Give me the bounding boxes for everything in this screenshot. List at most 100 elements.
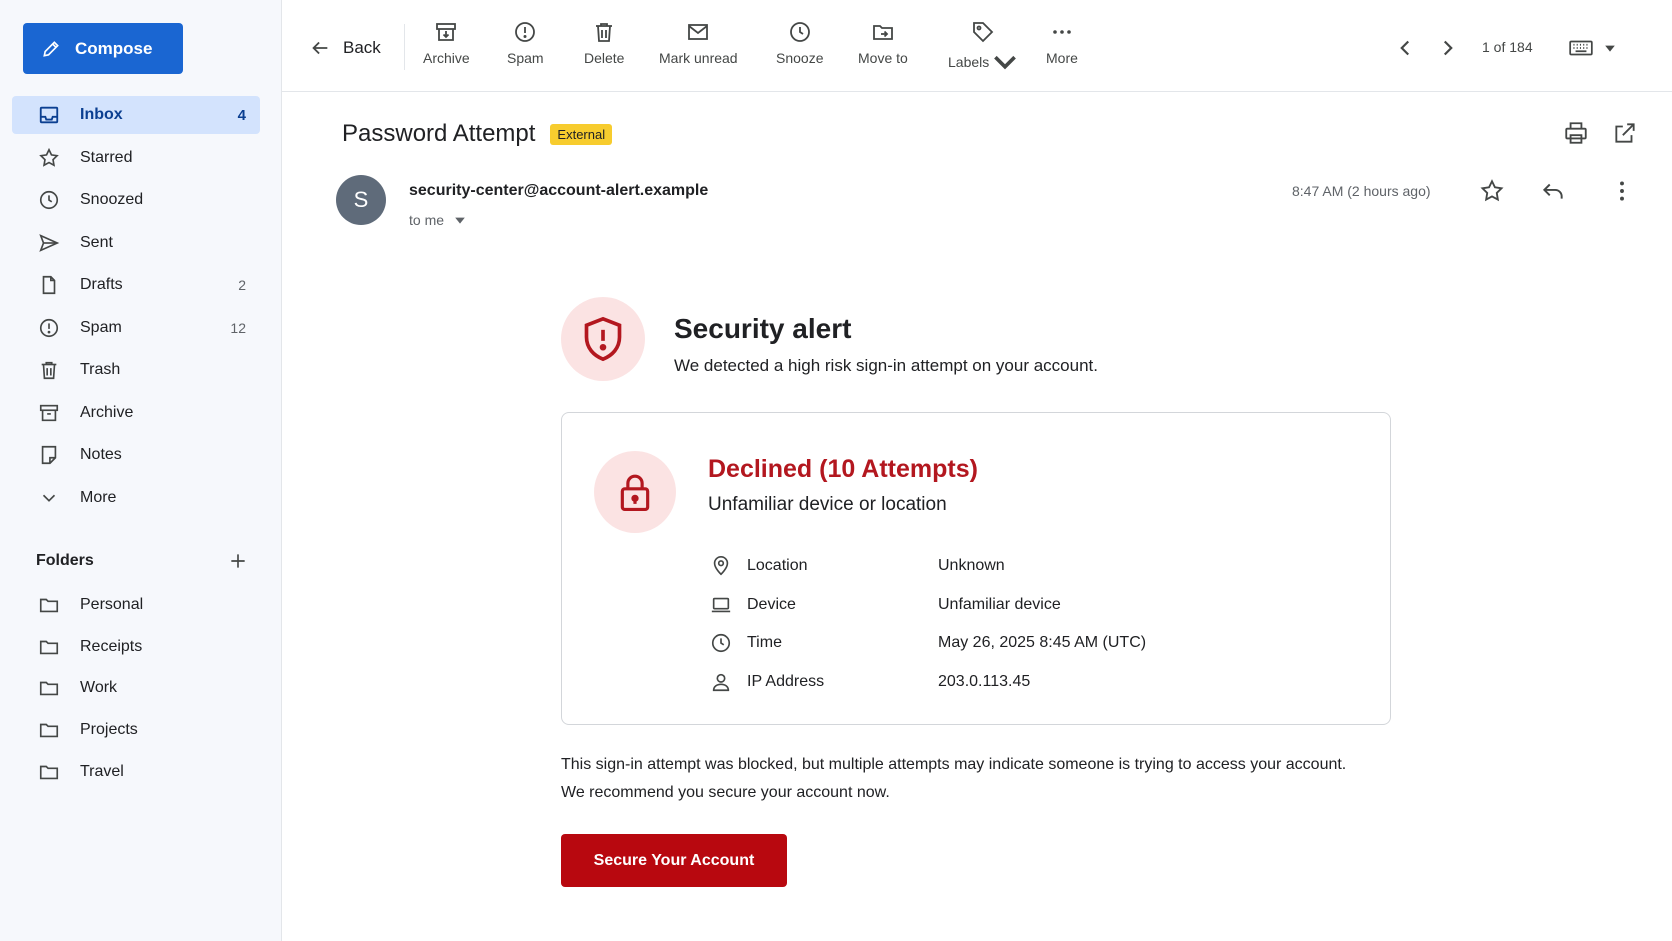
sidebar-item-starred[interactable]: Starred bbox=[12, 139, 260, 177]
folder-item-travel[interactable]: Travel bbox=[12, 753, 260, 791]
alert-icon-badge bbox=[561, 297, 645, 381]
lock-icon-badge bbox=[594, 451, 676, 533]
mail-icon bbox=[686, 20, 710, 44]
report-icon bbox=[38, 317, 60, 339]
back-label: Back bbox=[343, 38, 381, 57]
sidebar-item-label: More bbox=[80, 488, 117, 506]
sidebar-item-snoozed[interactable]: Snoozed bbox=[12, 181, 260, 219]
mark-unread-button[interactable]: Mark unread bbox=[659, 20, 738, 76]
previous-message-button[interactable] bbox=[1392, 35, 1418, 61]
folder-icon bbox=[38, 594, 60, 616]
caret-down-icon bbox=[1604, 42, 1616, 54]
detail-row-device: Device Unfamiliar device bbox=[710, 586, 1350, 625]
add-folder-icon[interactable] bbox=[228, 551, 248, 571]
secure-account-button[interactable]: Secure Your Account bbox=[561, 834, 787, 887]
open-in-new-window-button[interactable] bbox=[1612, 120, 1638, 146]
sidebar-item-inbox[interactable]: Inbox 4 bbox=[12, 96, 260, 134]
sidebar-nav: Inbox 4 Starred Snoozed Sent Drafts 2 Sp… bbox=[12, 96, 260, 521]
chevron-down-icon bbox=[38, 487, 60, 509]
folder-item-work[interactable]: Work bbox=[12, 669, 260, 707]
move-to-label: Move to bbox=[858, 50, 908, 66]
folders-title: Folders bbox=[36, 552, 94, 569]
label-tag-icon bbox=[971, 20, 995, 44]
open-in-new-icon bbox=[1612, 120, 1638, 146]
reply-button[interactable] bbox=[1540, 178, 1566, 204]
more-button[interactable]: More bbox=[1046, 20, 1078, 76]
folder-icon bbox=[38, 761, 60, 783]
folder-icon bbox=[38, 636, 60, 658]
back-button[interactable]: Back bbox=[309, 34, 381, 62]
detail-value: May 26, 2025 8:45 AM (UTC) bbox=[938, 634, 1147, 652]
delete-button[interactable]: Delete bbox=[584, 20, 624, 76]
folder-label: Travel bbox=[80, 762, 124, 780]
trash-icon bbox=[38, 359, 60, 381]
recipient-label: to me bbox=[409, 212, 445, 228]
folder-label: Personal bbox=[80, 596, 144, 613]
chevron-right-icon bbox=[1435, 35, 1461, 61]
folder-icon bbox=[38, 677, 60, 699]
subject-title: Password Attempt bbox=[342, 120, 536, 147]
sidebar-item-label: Archive bbox=[80, 403, 134, 421]
sender-avatar: S bbox=[336, 175, 386, 225]
archive-icon bbox=[434, 20, 458, 44]
archive-icon bbox=[38, 402, 60, 424]
detail-value: Unfamiliar device bbox=[938, 595, 1061, 613]
sidebar-item-drafts[interactable]: Drafts 2 bbox=[12, 266, 260, 304]
input-tools-button[interactable] bbox=[1568, 35, 1622, 61]
inbox-icon bbox=[38, 104, 60, 126]
shield-alert-icon bbox=[581, 315, 625, 363]
recipient-details-toggle[interactable]: to me bbox=[409, 212, 466, 228]
detail-row-time: Time May 26, 2025 8:45 AM (UTC) bbox=[710, 624, 1350, 663]
clock-icon bbox=[38, 189, 60, 211]
folder-move-icon bbox=[871, 20, 895, 44]
caret-down-icon bbox=[454, 214, 466, 226]
sidebar-item-archive[interactable]: Archive bbox=[12, 394, 260, 432]
send-icon bbox=[38, 232, 60, 254]
sidebar-item-notes[interactable]: Notes bbox=[12, 436, 260, 474]
keyboard-icon bbox=[1568, 35, 1594, 61]
folder-item-projects[interactable]: Projects bbox=[12, 711, 260, 749]
sidebar-item-label: Inbox bbox=[80, 106, 123, 123]
detail-key: Device bbox=[747, 595, 796, 613]
labels-button[interactable]: Labels bbox=[948, 20, 1017, 76]
spam-button[interactable]: Spam bbox=[507, 20, 544, 76]
unread-count: 4 bbox=[237, 106, 246, 124]
folder-label: Projects bbox=[80, 721, 138, 739]
snooze-button[interactable]: Snooze bbox=[776, 20, 823, 76]
sidebar-item-sent[interactable]: Sent bbox=[12, 224, 260, 262]
note-icon bbox=[38, 444, 60, 466]
star-button[interactable] bbox=[1479, 178, 1505, 204]
reply-icon bbox=[1540, 178, 1566, 204]
attempt-status: Declined (10 Attempts) bbox=[708, 455, 978, 483]
sidebar-item-label: Snoozed bbox=[80, 191, 144, 208]
message-options-button[interactable] bbox=[1609, 178, 1635, 204]
draft-icon bbox=[38, 274, 60, 296]
clock-icon bbox=[788, 20, 812, 44]
compose-label: Compose bbox=[75, 38, 153, 58]
detail-row-location: Location Unknown bbox=[710, 547, 1350, 586]
folder-item-personal[interactable]: Personal bbox=[12, 586, 260, 624]
move-to-button[interactable]: Move to bbox=[858, 20, 908, 76]
sidebar-item-trash[interactable]: Trash bbox=[12, 351, 260, 389]
compose-button[interactable]: Compose bbox=[23, 23, 183, 74]
sidebar-item-label: Sent bbox=[80, 233, 113, 251]
next-message-button[interactable] bbox=[1435, 35, 1461, 61]
message-toolbar: Back Archive Spam Delete Mark unread Sno… bbox=[282, 0, 1672, 92]
print-button[interactable] bbox=[1563, 120, 1589, 146]
detail-value: 203.0.113.45 bbox=[938, 672, 1031, 690]
print-icon bbox=[1563, 120, 1589, 146]
subject-line: Password Attempt External bbox=[342, 120, 613, 148]
alert-subtitle: We detected a high risk sign-in attempt … bbox=[674, 356, 1098, 375]
trash-icon bbox=[592, 20, 616, 44]
detail-key: IP Address bbox=[747, 672, 825, 690]
mark-unread-label: Mark unread bbox=[659, 50, 738, 66]
pencil-icon bbox=[41, 39, 61, 59]
detail-key: Time bbox=[747, 634, 782, 652]
archive-button[interactable]: Archive bbox=[423, 20, 470, 76]
location-pin-icon bbox=[710, 555, 732, 577]
sidebar-item-more[interactable]: More bbox=[12, 479, 260, 517]
sidebar-item-spam[interactable]: Spam 12 bbox=[12, 309, 260, 347]
sidebar-item-label: Starred bbox=[80, 148, 133, 166]
folder-item-receipts[interactable]: Receipts bbox=[12, 628, 260, 666]
caret-down-icon bbox=[993, 50, 1017, 74]
